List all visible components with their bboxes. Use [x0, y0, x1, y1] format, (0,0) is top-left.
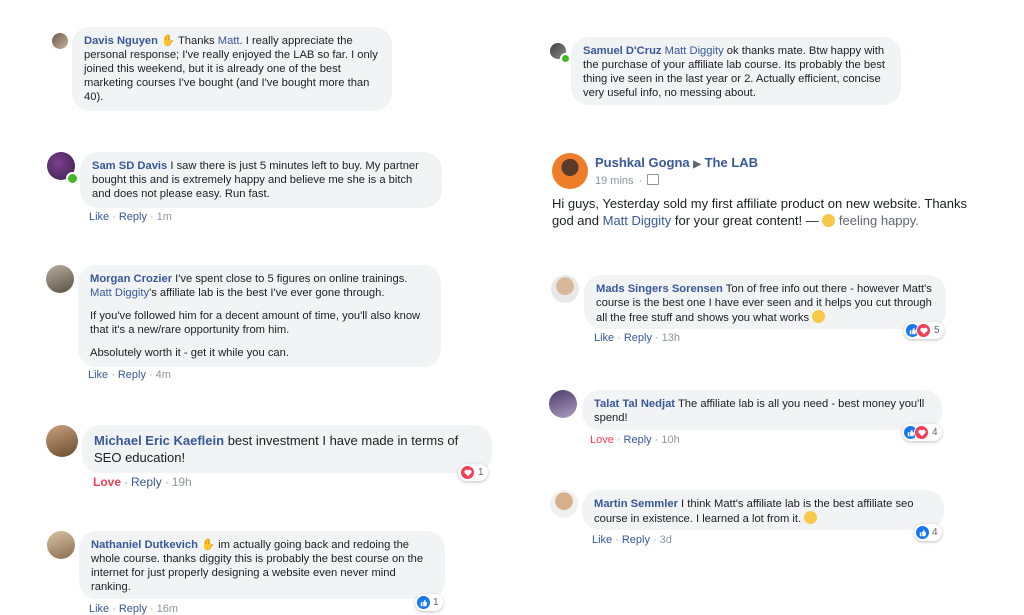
avatar[interactable]: [551, 275, 579, 303]
comment-actions: Like · Reply · 1m: [89, 211, 172, 223]
comment-bubble: Talat Tal Nedjat The affiliate lab is al…: [582, 390, 942, 430]
reaction-number: 5: [934, 325, 940, 336]
reaction-count[interactable]: 5: [904, 322, 944, 339]
avatar[interactable]: [52, 33, 68, 49]
reaction-count[interactable]: 4: [914, 524, 942, 541]
reaction-number: 1: [478, 467, 484, 478]
comment-bubble: Morgan Crozier I've spent close to 5 fig…: [78, 265, 441, 367]
like-button[interactable]: Like: [88, 369, 108, 381]
like-reaction-icon: [916, 526, 929, 539]
love-reaction-icon: [916, 323, 931, 338]
post-meta: 19 mins ·: [595, 174, 660, 187]
comment-time[interactable]: 4m: [156, 369, 171, 381]
commenter-name[interactable]: Mads Singers Sorensen: [596, 283, 723, 295]
reply-button[interactable]: Reply: [119, 211, 147, 223]
avatar[interactable]: [46, 265, 74, 293]
reply-button[interactable]: Reply: [118, 369, 146, 381]
comment-actions: Love · Reply · 10h: [590, 434, 680, 446]
comment-bubble: Mads Singers Sorensen Ton of free info o…: [584, 275, 946, 329]
comment-actions: Like · Reply · 4m: [88, 369, 171, 381]
reaction-count[interactable]: 4: [902, 424, 942, 441]
comment-prefix: Thanks: [177, 35, 218, 47]
wave-icon: ✋: [161, 35, 176, 47]
post-author-name[interactable]: Pushkal Gogna: [595, 155, 690, 170]
commenter-name[interactable]: Martin Semmler: [594, 498, 678, 510]
comment-bubble: Sam SD Davis I saw there is just 5 minut…: [80, 152, 442, 208]
mention-link[interactable]: Matt: [218, 35, 240, 47]
commenter-name[interactable]: Nathaniel Dutkevich: [91, 539, 198, 551]
happy-emoji-icon: [822, 214, 836, 227]
caret-right-icon: ▶: [693, 159, 701, 170]
comment-text: 's affiliate lab is the best I've ever g…: [149, 287, 385, 299]
comment-time[interactable]: 1m: [157, 211, 172, 223]
reply-button[interactable]: Reply: [624, 434, 652, 446]
reaction-number: 4: [932, 427, 938, 438]
love-button[interactable]: Love: [590, 434, 614, 446]
feeling-text[interactable]: feeling happy.: [839, 213, 919, 228]
comment-time[interactable]: 16m: [157, 603, 178, 615]
comment-actions: Like · Reply · 16m: [89, 603, 179, 615]
mention-link[interactable]: Matt Diggity: [603, 213, 672, 228]
comment-paragraph: If you've followed him for a decent amou…: [90, 310, 421, 336]
like-button[interactable]: Like: [89, 211, 109, 223]
avatar[interactable]: [47, 531, 75, 559]
mention-link[interactable]: Matt Diggity: [90, 287, 149, 299]
comment-actions: Like · Reply · 13h: [594, 332, 681, 344]
comment-time[interactable]: 10h: [661, 434, 679, 446]
post-author-line: Pushkal Gogna ▶ The LAB: [595, 155, 758, 170]
post-text-part: for your great content! —: [674, 213, 823, 228]
comment-actions: Love · Reply · 19h: [93, 475, 192, 489]
smile-emoji-icon: [804, 511, 818, 524]
love-reaction-icon: [914, 425, 929, 440]
commenter-name[interactable]: Michael Eric Kaeflein: [94, 433, 224, 448]
comment-bubble: Samuel D'Cruz Matt Diggity ok thanks mat…: [571, 37, 901, 105]
comment-bubble: Martin Semmler I think Matt's affiliate …: [582, 490, 944, 530]
commenter-name[interactable]: Davis Nguyen: [84, 35, 158, 47]
avatar[interactable]: [549, 390, 577, 418]
avatar[interactable]: [46, 425, 78, 457]
love-reaction-icon: [460, 465, 475, 480]
wave-icon: ✋: [201, 539, 215, 551]
comment-text: I've spent close to 5 figures on online …: [175, 273, 408, 285]
comment-bubble: Michael Eric Kaeflein best investment I …: [82, 425, 492, 473]
group-privacy-icon: [647, 174, 660, 185]
reply-button[interactable]: Reply: [624, 332, 652, 344]
comment-time[interactable]: 13h: [662, 332, 680, 344]
reaction-number: 4: [932, 527, 938, 538]
commenter-name[interactable]: Samuel D'Cruz: [583, 45, 662, 57]
commenter-name[interactable]: Talat Tal Nedjat: [594, 398, 675, 410]
comment-paragraph: Absolutely worth it - get it while you c…: [90, 347, 289, 359]
post-time[interactable]: 19 mins: [595, 175, 634, 187]
love-button[interactable]: Love: [93, 475, 121, 489]
commenter-name[interactable]: Sam SD Davis: [92, 160, 167, 172]
online-status-indicator: [560, 53, 571, 64]
reaction-count[interactable]: 1: [458, 464, 488, 481]
comment-time[interactable]: 3d: [660, 534, 672, 546]
comment-actions: Like · Reply · 3d: [592, 534, 672, 546]
like-button[interactable]: Like: [594, 332, 614, 344]
comment-bubble: Nathaniel Dutkevich ✋ im actually going …: [79, 531, 445, 599]
reply-button[interactable]: Reply: [119, 603, 147, 615]
post-text: Hi guys, Yesterday sold my first affilia…: [552, 195, 982, 229]
reply-button[interactable]: Reply: [622, 534, 650, 546]
online-status-indicator: [66, 172, 79, 185]
like-button[interactable]: Like: [89, 603, 109, 615]
comment-time[interactable]: 19h: [172, 475, 192, 489]
comment-paragraph: Morgan Crozier I've spent close to 5 fig…: [90, 272, 429, 300]
reply-button[interactable]: Reply: [131, 475, 162, 489]
reaction-count[interactable]: 1: [415, 594, 443, 611]
like-reaction-icon: [417, 596, 430, 609]
avatar[interactable]: [550, 490, 578, 518]
commenter-name[interactable]: Morgan Crozier: [90, 273, 172, 285]
group-link[interactable]: The LAB: [705, 155, 758, 170]
mention-link[interactable]: Matt Diggity: [665, 45, 724, 57]
comment-bubble: Davis Nguyen ✋ Thanks Matt. I really app…: [72, 27, 392, 111]
smile-emoji-icon: [812, 310, 826, 323]
post-author-avatar[interactable]: [552, 153, 588, 189]
like-button[interactable]: Like: [592, 534, 612, 546]
reaction-number: 1: [433, 597, 439, 608]
